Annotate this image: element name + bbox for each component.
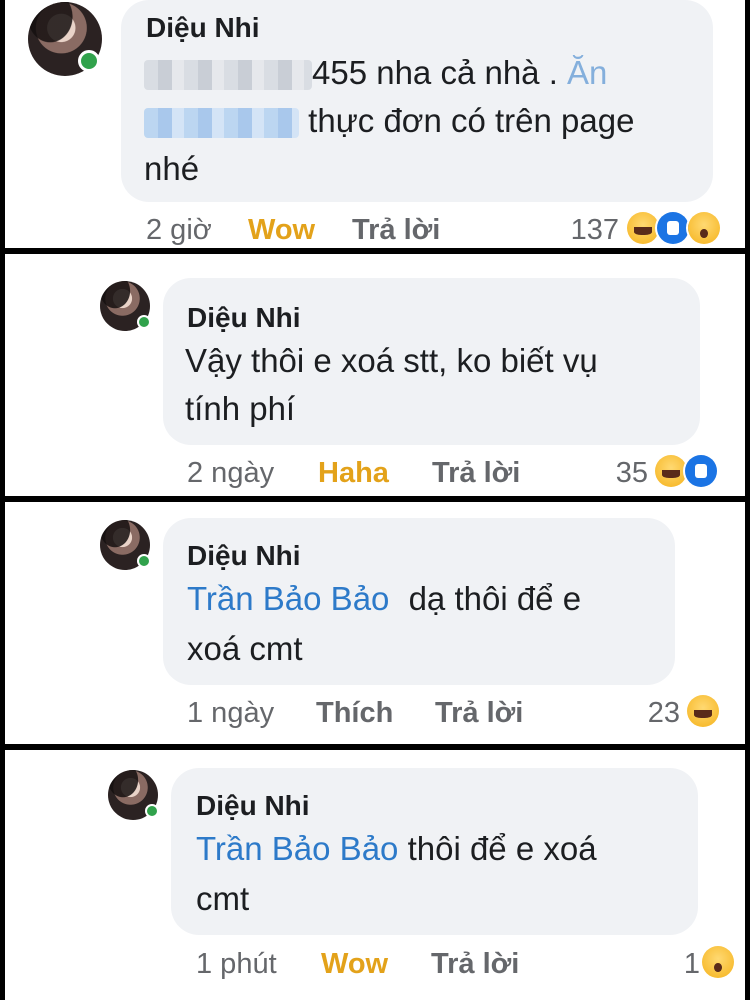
comment-author[interactable]: Diệu Nhi: [146, 12, 260, 44]
comment-author[interactable]: Diệu Nhi: [187, 540, 301, 572]
comment-time[interactable]: 2 giờ: [146, 214, 212, 247]
comment-time[interactable]: 1 ngày: [187, 697, 274, 730]
reaction-count[interactable]: 35: [588, 457, 648, 490]
avatar[interactable]: [100, 520, 151, 570]
comment-text-line-2: xoá cmt: [187, 630, 303, 667]
reaction-count[interactable]: 23: [620, 697, 680, 730]
comment-panel-3: Diệu Nhi Trần Bảo Bảo dạ thôi để e xoá c…: [5, 502, 745, 744]
mention-link[interactable]: Trần Bảo Bảo: [196, 830, 398, 867]
avatar[interactable]: [28, 2, 102, 76]
reaction-button[interactable]: Haha: [318, 457, 389, 490]
avatar[interactable]: [100, 281, 151, 331]
wow-icon: [702, 946, 734, 978]
comment-text-line-2: cmt: [196, 880, 250, 917]
comment-text-line-2: thực đơn có trên page: [144, 98, 634, 144]
online-status-dot: [137, 554, 151, 568]
comment-panel-4: Diệu Nhi Trần Bảo Bảo thôi để e xoá cmt …: [5, 750, 745, 1000]
mention-link[interactable]: Trần Bảo Bảo: [187, 580, 389, 617]
reaction-button[interactable]: Wow: [248, 214, 315, 247]
comment-time[interactable]: 1 phút: [196, 948, 277, 981]
comment-text-line-1: Trần Bảo Bảo thôi để e xoá: [196, 830, 597, 867]
wow-icon: [688, 212, 720, 244]
redacted-text: [144, 60, 312, 91]
avatar[interactable]: [108, 770, 159, 820]
reaction-count[interactable]: 137: [553, 214, 619, 247]
haha-icon: [627, 212, 659, 244]
haha-icon: [655, 455, 687, 487]
reply-button[interactable]: Trả lời: [432, 457, 520, 490]
comment-text-line-1: Trần Bảo Bảo dạ thôi để e: [187, 580, 582, 617]
reply-button[interactable]: Trả lời: [352, 214, 440, 247]
like-button[interactable]: Thích: [316, 697, 393, 730]
comment-text-line-3: nhé: [144, 150, 200, 187]
comment-text-line-2: tính phí: [185, 390, 296, 427]
reply-button[interactable]: Trả lời: [435, 697, 523, 730]
comment-author[interactable]: Diệu Nhi: [196, 790, 310, 822]
online-status-dot: [78, 50, 100, 72]
comment-text-line-1: 455 nha cả nhà . Ăn: [144, 50, 607, 96]
comment-text-line-1: Vậy thôi e xoá stt, ko biết vụ: [185, 342, 598, 379]
haha-icon: [687, 695, 719, 727]
reaction-button[interactable]: Wow: [321, 948, 388, 981]
comment-panel-1: Diệu Nhi 455 nha cả nhà . Ăn thực đơn có…: [5, 0, 745, 248]
mention-link[interactable]: Ăn: [567, 54, 607, 91]
online-status-dot: [137, 315, 151, 329]
redacted-mention[interactable]: [144, 108, 299, 139]
comment-author[interactable]: Diệu Nhi: [187, 302, 301, 334]
comment-panel-2: Diệu Nhi Vậy thôi e xoá stt, ko biết vụ …: [5, 254, 745, 496]
reaction-count[interactable]: 1: [660, 948, 700, 981]
comment-time[interactable]: 2 ngày: [187, 457, 274, 490]
like-icon: [685, 455, 717, 487]
online-status-dot: [145, 804, 159, 818]
like-icon: [657, 212, 689, 244]
reply-button[interactable]: Trả lời: [431, 948, 519, 981]
